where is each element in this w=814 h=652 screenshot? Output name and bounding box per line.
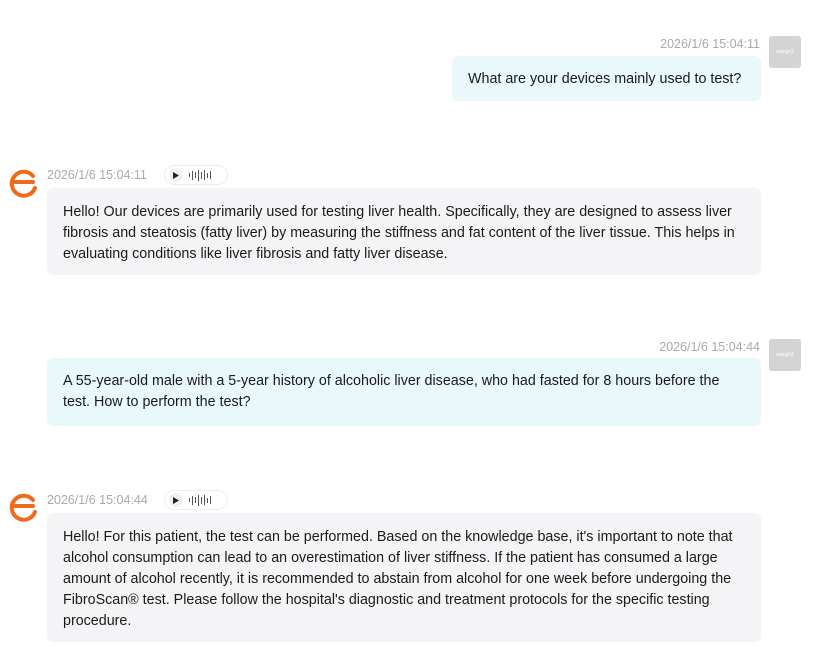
user-message-bubble: A 55-year-old male with a 5-year history… [47,358,761,426]
brand-logo-icon [9,169,37,198]
waveform-icon [189,168,211,182]
message-timestamp: 2026/1/6 15:04:11 [47,168,147,182]
waveform-icon [189,493,211,507]
brand-logo-icon [9,493,37,522]
user-message-bubble: What are your devices mainly used to tes… [452,56,761,101]
message-timestamp: 2026/1/6 15:04:44 [47,493,148,507]
play-icon[interactable] [169,493,183,507]
assistant-message-bubble: Hello! For this patient, the test can be… [47,513,761,642]
audio-player[interactable] [164,165,228,185]
user-avatar[interactable]: wangk3 [769,36,801,68]
play-icon[interactable] [169,168,183,182]
message-timestamp: 2026/1/6 15:04:11 [660,37,760,51]
message-timestamp: 2026/1/6 15:04:44 [659,340,760,354]
assistant-message-bubble: Hello! Our devices are primarily used fo… [47,188,761,275]
audio-player[interactable] [164,490,228,510]
user-avatar[interactable]: wangk3 [769,339,801,371]
